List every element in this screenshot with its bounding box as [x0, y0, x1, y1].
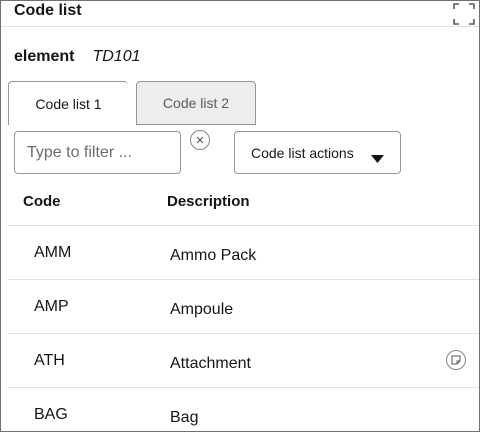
description-cell: Bag	[170, 409, 199, 426]
clear-x-icon[interactable]	[190, 130, 210, 150]
element-label: element	[14, 48, 75, 65]
column-header-description[interactable]: Description	[167, 193, 250, 210]
table-row[interactable]: AMM Ammo Pack	[8, 226, 479, 280]
tab-code-list-1[interactable]: Code list 1	[8, 81, 128, 125]
actions-label: Code list actions	[251, 144, 354, 161]
table-row[interactable]: AMP Ampoule	[8, 280, 479, 334]
tab-label: Code list 2	[162, 95, 230, 111]
description-cell: Attachment	[170, 355, 251, 372]
description-cell: Ammo Pack	[170, 247, 257, 264]
fullscreen-expand-icon[interactable]	[453, 3, 475, 25]
tab-label: Code list 1	[35, 95, 102, 112]
code-list-panel: Code list element TD101 Code list 1 Code …	[0, 0, 480, 432]
element-info: element TD101	[14, 48, 141, 66]
code-cell: AMP	[34, 298, 69, 315]
code-list-actions-button[interactable]: Code list actions	[234, 131, 401, 174]
code-cell: AMM	[34, 244, 72, 261]
table-row[interactable]: ATH Attachment	[8, 334, 479, 388]
panel-title: Code list	[14, 2, 82, 19]
panel-header: Code list	[1, 1, 479, 27]
code-cell: ATH	[34, 352, 65, 369]
caret-down-icon	[371, 150, 384, 166]
element-value: TD101	[92, 48, 141, 65]
description-cell: Ampoule	[170, 301, 234, 318]
column-header-code[interactable]: Code	[23, 193, 61, 210]
filter-input[interactable]	[14, 131, 181, 174]
table-row[interactable]: BAG Bag	[8, 388, 479, 431]
tab-code-list-2[interactable]: Code list 2	[136, 81, 256, 125]
note-icon[interactable]	[446, 350, 466, 370]
code-cell: BAG	[34, 406, 68, 423]
